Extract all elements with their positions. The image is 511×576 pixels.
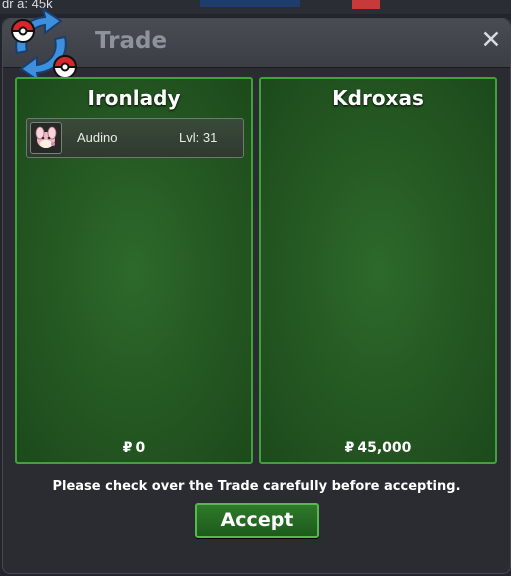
window-title: Trade [95,28,168,54]
audino-icon [35,126,57,148]
money-offer-right: ₽45,000 [261,440,495,456]
background-sprite [352,0,380,9]
trade-panel-left: Ironlady Audino Lvl: 31 ₽0 [15,77,253,464]
trade-notice: Please check over the Trade carefully be… [52,479,461,494]
pokedollar-icon: ₽ [344,440,355,456]
close-button[interactable]: ✕ [480,27,502,52]
trade-panel-right: Kdroxas ₽45,000 [259,77,497,464]
pokemon-slot[interactable]: Audino Lvl: 31 [26,118,244,158]
money-amount-right: 45,000 [357,440,412,456]
accept-button[interactable]: Accept [195,503,319,538]
money-offer-left: ₽0 [17,440,251,456]
trader-name-left: Ironlady [87,86,181,110]
trader-name-right: Kdroxas [332,86,424,110]
pokemon-level: Lvl: 31 [179,130,218,145]
pokedollar-icon: ₽ [122,440,133,456]
background-blue-bar [200,0,300,7]
trade-window: Trade ✕ Ironlady Audino Lvl: 31 ₽ 0 Kdro… [2,6,511,574]
money-amount-left: 0 [135,440,146,456]
close-icon: ✕ [480,25,502,54]
pokemon-name: Audino [77,130,118,145]
trade-icon [10,6,78,84]
pokemon-icon-frame [30,122,62,154]
